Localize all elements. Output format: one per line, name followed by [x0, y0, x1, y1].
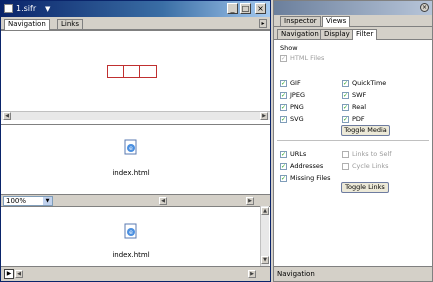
- gif-checkbox[interactable]: ✓: [280, 80, 287, 87]
- panel-titlebar[interactable]: ×: [274, 1, 432, 15]
- html-files-checkbox[interactable]: ✓: [280, 55, 287, 62]
- scroll-right-icon[interactable]: ▶: [260, 112, 268, 120]
- tab-view-navigation[interactable]: Navigation: [277, 29, 323, 39]
- urls-checkbox[interactable]: ✓: [280, 151, 287, 158]
- tab-views[interactable]: Views: [322, 16, 351, 27]
- views-panel: × Inspector Views Navigation Display Fil…: [273, 0, 433, 282]
- quicktime-label: QuickTime: [352, 79, 387, 87]
- tab-inspector[interactable]: Inspector: [280, 16, 321, 26]
- file-list-vertical-scrollbar[interactable]: ▲ ▼: [260, 206, 269, 266]
- svg-label: SVG: [290, 115, 304, 123]
- close-icon[interactable]: ×: [420, 3, 429, 12]
- chevron-down-icon[interactable]: ▼: [43, 197, 52, 205]
- quicktime-checkbox[interactable]: ✓: [342, 80, 349, 87]
- gif-label: GIF: [290, 79, 301, 87]
- close-icon[interactable]: ×: [255, 3, 266, 14]
- jpeg-label: JPEG: [290, 91, 305, 99]
- scroll-down-icon[interactable]: ▼: [261, 256, 269, 264]
- minimize-icon[interactable]: _: [227, 3, 238, 14]
- pdf-label: PDF: [352, 115, 365, 123]
- svg-text:e: e: [129, 229, 133, 236]
- site-map-node[interactable]: [107, 65, 157, 78]
- zoom-select[interactable]: 100% ▼: [3, 196, 53, 206]
- navigation-map-pane[interactable]: [1, 30, 270, 124]
- svg-checkbox[interactable]: ✓: [280, 116, 287, 123]
- views-subtabs: Navigation Display Filter: [274, 27, 432, 40]
- toggle-links-button[interactable]: Toggle Links: [341, 182, 389, 193]
- missing-files-label: Missing Files: [290, 174, 331, 182]
- tab-view-filter[interactable]: Filter: [352, 29, 378, 40]
- tab-navigation[interactable]: Navigation: [4, 19, 50, 30]
- file-name[interactable]: index.html: [96, 251, 166, 259]
- maximize-icon[interactable]: □: [240, 3, 251, 14]
- tab-view-display[interactable]: Display: [320, 29, 354, 39]
- title-dropdown-icon[interactable]: ▼: [45, 4, 50, 14]
- swf-label: SWF: [352, 91, 367, 99]
- html-file-icon: e: [124, 139, 137, 155]
- divider: [277, 140, 429, 141]
- addresses-label: Addresses: [290, 162, 324, 170]
- real-label: Real: [352, 103, 367, 111]
- scroll-left-icon[interactable]: ◀: [15, 270, 23, 278]
- status-bar: ▶ ◀ ▶: [1, 266, 270, 281]
- html-file-icon: e: [124, 223, 137, 239]
- swf-checkbox[interactable]: ✓: [342, 92, 349, 99]
- tab-links[interactable]: Links: [57, 19, 83, 29]
- show-heading: Show: [280, 44, 298, 52]
- jpeg-checkbox[interactable]: ✓: [280, 92, 287, 99]
- zoom-value: 100%: [6, 197, 27, 205]
- missing-files-checkbox[interactable]: ✓: [280, 175, 287, 182]
- zoom-bar: 100% ▼ ◀ ▶: [1, 194, 270, 206]
- panel-status-bar: Navigation: [274, 266, 432, 281]
- scroll-left-icon[interactable]: ◀: [159, 197, 167, 205]
- window-title: 1.sifr: [16, 4, 37, 13]
- svg-text:e: e: [129, 145, 133, 152]
- filter-content: Show ✓ HTML Files ✓ GIF ✓ JPEG ✓ PNG ✓ S…: [274, 40, 432, 266]
- scroll-right-icon[interactable]: ▶: [248, 270, 256, 278]
- links-to-self-label: Links to Self: [352, 150, 392, 158]
- urls-label: URLs: [290, 150, 307, 158]
- addresses-checkbox[interactable]: ✓: [280, 163, 287, 170]
- panel-menu-icon[interactable]: ▸: [259, 19, 267, 28]
- cycle-links-label: Cycle Links: [352, 162, 389, 170]
- file-preview-pane[interactable]: e index.html: [1, 124, 270, 194]
- png-label: PNG: [290, 103, 304, 111]
- real-checkbox[interactable]: ✓: [342, 104, 349, 111]
- file-list-pane[interactable]: e index.html: [1, 206, 270, 266]
- png-checkbox[interactable]: ✓: [280, 104, 287, 111]
- scroll-up-icon[interactable]: ▲: [261, 207, 269, 215]
- site-tabstrip: Navigation Links ▸: [1, 17, 270, 30]
- pdf-checkbox[interactable]: ✓: [342, 116, 349, 123]
- map-horizontal-scrollbar[interactable]: ◀ ▶: [1, 111, 270, 120]
- site-window: 1.sifr ▼ _ □ × Navigation Links ▸ ◀ ▶ e …: [0, 0, 271, 282]
- html-files-label: HTML Files: [290, 54, 325, 62]
- panel-status-text: Navigation: [277, 270, 315, 278]
- play-icon[interactable]: ▶: [4, 269, 14, 279]
- cycle-links-checkbox[interactable]: [342, 163, 349, 170]
- file-name[interactable]: index.html: [96, 169, 166, 177]
- document-icon: [4, 4, 13, 13]
- scroll-left-icon[interactable]: ◀: [3, 112, 11, 120]
- site-window-titlebar[interactable]: 1.sifr ▼ _ □ ×: [1, 1, 270, 17]
- scroll-right-icon[interactable]: ▶: [246, 197, 254, 205]
- links-to-self-checkbox[interactable]: [342, 151, 349, 158]
- toggle-media-button[interactable]: Toggle Media: [341, 125, 390, 136]
- panel-tabstrip: Inspector Views: [274, 15, 432, 27]
